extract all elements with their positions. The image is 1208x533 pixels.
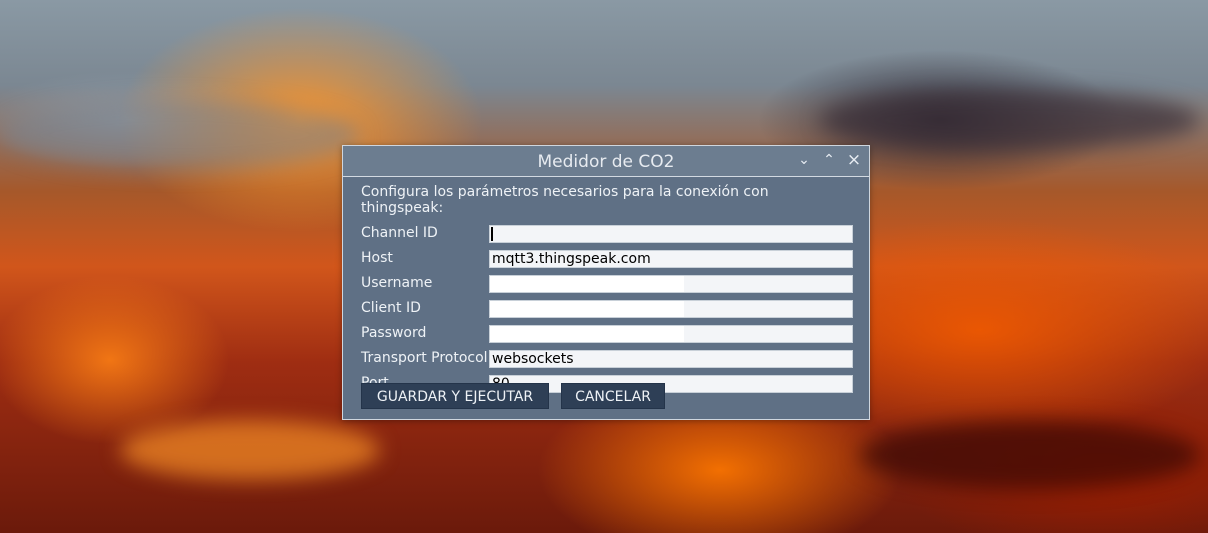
password-input[interactable] <box>489 325 853 343</box>
host-label: Host <box>361 250 393 266</box>
redaction-block <box>490 276 684 292</box>
field-row-channel-id: Channel ID <box>361 223 853 248</box>
transport-protocol-label: Transport Protocol <box>361 350 488 366</box>
host-input[interactable]: mqtt3.thingspeak.com <box>489 250 853 268</box>
username-input[interactable] <box>489 275 853 293</box>
save-and-run-button[interactable]: GUARDAR Y EJECUTAR <box>361 383 549 409</box>
field-row-password: Password <box>361 323 853 348</box>
intro-text: Configura los parámetros necesarios para… <box>361 184 769 216</box>
redaction-block <box>490 301 684 317</box>
maximize-icon[interactable]: ⌃ <box>820 151 838 169</box>
channel-id-input[interactable] <box>489 225 853 243</box>
background-cloud <box>860 420 1200 490</box>
field-row-host: Host mqtt3.thingspeak.com <box>361 248 853 273</box>
window-title: Medidor de CO2 <box>537 152 675 172</box>
title-bar[interactable]: Medidor de CO2 ⌄ ⌃ × <box>343 146 869 177</box>
background-cloud <box>820 90 1200 150</box>
background-cloud <box>120 420 380 480</box>
co2-config-dialog: Medidor de CO2 ⌄ ⌃ × Configura los parám… <box>342 145 870 420</box>
form-content: Configura los parámetros necesarios para… <box>361 184 853 398</box>
text-caret <box>491 227 493 241</box>
channel-id-label: Channel ID <box>361 225 438 241</box>
field-row-username: Username <box>361 273 853 298</box>
transport-protocol-input[interactable]: websockets <box>489 350 853 368</box>
cancel-button[interactable]: CANCELAR <box>561 383 665 409</box>
password-label: Password <box>361 325 427 341</box>
username-label: Username <box>361 275 433 291</box>
close-icon[interactable]: × <box>845 151 863 169</box>
field-row-transport-protocol: Transport Protocol websockets <box>361 348 853 373</box>
field-row-client-id: Client ID <box>361 298 853 323</box>
minimize-icon[interactable]: ⌄ <box>795 151 813 169</box>
client-id-input[interactable] <box>489 300 853 318</box>
redaction-block <box>490 326 684 342</box>
client-id-label: Client ID <box>361 300 421 316</box>
background-cloud <box>0 100 360 170</box>
